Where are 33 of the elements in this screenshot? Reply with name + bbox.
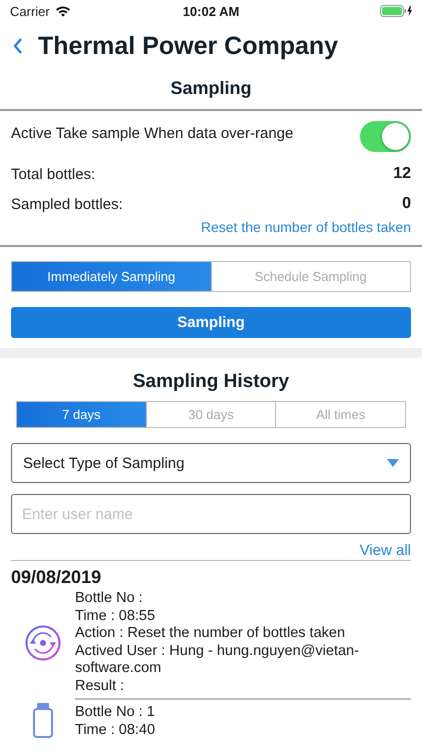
entry-text: Time : 08:40 <box>75 722 156 739</box>
history-title: Sampling History <box>132 370 290 394</box>
date-heading: 09/08/2019 <box>11 566 102 588</box>
stat-value: 12 <box>393 165 411 183</box>
auto-sample-label: Active Take sample When data over-range <box>11 124 294 142</box>
view-all-link[interactable]: View all <box>360 542 411 559</box>
entry-text: Bottle No : <box>75 590 144 608</box>
stat-label: Total bottles: <box>11 166 96 182</box>
carrier-label: Carrier <box>10 4 50 18</box>
type-select[interactable]: Select Type of Sampling <box>11 443 411 483</box>
entry-text: Bottle No : 1 <box>75 704 156 722</box>
wifi-icon <box>54 5 71 17</box>
period-tab[interactable]: 7 days <box>17 402 146 427</box>
entry-text: Time : 08:55 <box>75 608 156 625</box>
reset-link[interactable]: Reset the number of bottles taken <box>200 219 411 235</box>
user-name-field[interactable]: Enter user name <box>11 494 411 534</box>
auto-sample-switch[interactable] <box>360 121 411 152</box>
stat-label: Sampled bottles: <box>11 196 123 212</box>
bottle-icon <box>31 702 55 738</box>
sampling-button[interactable]: Sampling <box>11 307 411 338</box>
entry-text: Actived User : Hung - hung.nguyen@vietan-software.com <box>75 642 360 678</box>
section-title: Sampling <box>0 64 422 111</box>
entry-text: Action : Reset the number of bottles taken <box>75 625 346 642</box>
stat-value: 0 <box>402 195 411 213</box>
dropdown-caret-icon <box>387 459 399 467</box>
refresh-icon <box>25 625 61 661</box>
entry-text: Result : <box>75 678 126 695</box>
mode-tab[interactable]: Immediately Sampling <box>12 262 210 291</box>
page-title: Thermal Power Company <box>38 32 338 60</box>
status-time: 10:02 AM <box>182 4 240 18</box>
period-tab[interactable]: 30 days <box>146 402 276 427</box>
battery-icon <box>380 5 414 17</box>
back-icon[interactable] <box>12 37 24 55</box>
